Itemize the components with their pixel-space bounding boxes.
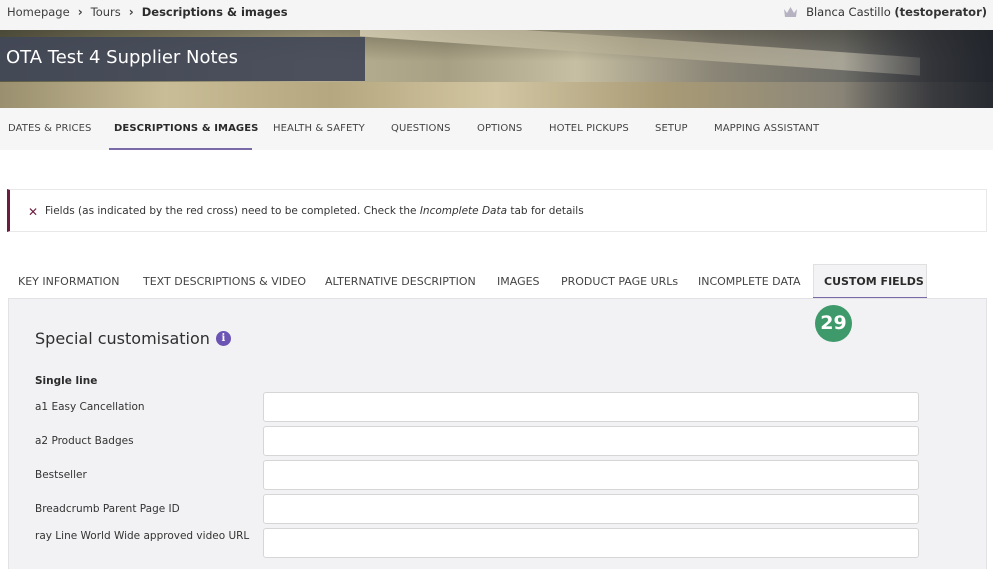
tab-incomplete-data[interactable]: INCOMPLETE DATA bbox=[698, 275, 801, 288]
field-label: a2 Product Badges bbox=[35, 435, 134, 447]
tab-key-information[interactable]: KEY INFORMATION bbox=[18, 275, 120, 288]
user-menu[interactable]: Blanca Castillo (testoperator) bbox=[783, 5, 987, 19]
breadcrumb-tours-link[interactable]: Tours bbox=[91, 5, 121, 19]
bestseller-input[interactable] bbox=[263, 460, 919, 490]
tab-custom-fields[interactable]: CUSTOM FIELDS bbox=[824, 275, 924, 288]
product-title-box: OTA Test 4 Supplier Notes bbox=[0, 37, 365, 81]
incomplete-fields-alert: ✕ Fields (as indicated by the red cross)… bbox=[7, 189, 987, 232]
tab-alternative-description[interactable]: ALTERNATIVE DESCRIPTION bbox=[325, 275, 476, 288]
breadcrumb-home-link[interactable]: Homepage bbox=[7, 5, 70, 19]
section-title: Special customisation bbox=[35, 329, 210, 348]
a2-product-badges-input[interactable] bbox=[263, 426, 919, 456]
main-nav-active-indicator bbox=[109, 148, 252, 150]
alert-text-after: tab for details bbox=[507, 205, 584, 217]
content-tabs: KEY INFORMATION TEXT DESCRIPTIONS & VIDE… bbox=[0, 264, 993, 299]
field-label: ray Line World Wide approved video URL bbox=[35, 530, 250, 542]
hero-wall-decoration bbox=[360, 30, 920, 76]
field-label: Bestseller bbox=[35, 469, 87, 481]
main-nav-mapping-assistant[interactable]: MAPPING ASSISTANT bbox=[714, 108, 819, 150]
group-label-single-line: Single line bbox=[35, 375, 98, 387]
chevron-right-icon: › bbox=[128, 5, 134, 19]
hero-shadow-decoration bbox=[843, 30, 993, 108]
main-nav-descriptions-images[interactable]: DESCRIPTIONS & IMAGES bbox=[114, 108, 258, 150]
main-nav: DATES & PRICES DESCRIPTIONS & IMAGES HEA… bbox=[0, 108, 993, 150]
step-number-badge: 29 bbox=[815, 305, 852, 342]
main-nav-options[interactable]: OPTIONS bbox=[477, 108, 522, 150]
tab-images[interactable]: IMAGES bbox=[497, 275, 540, 288]
info-icon[interactable]: i bbox=[215, 331, 231, 346]
main-nav-health-safety[interactable]: HEALTH & SAFETY bbox=[273, 108, 365, 150]
chevron-right-icon: › bbox=[77, 5, 83, 19]
main-nav-dates-prices[interactable]: DATES & PRICES bbox=[8, 108, 92, 150]
main-nav-hotel-pickups[interactable]: HOTEL PICKUPS bbox=[549, 108, 629, 150]
alert-message: Fields (as indicated by the red cross) n… bbox=[45, 205, 584, 217]
red-cross-icon: ✕ bbox=[28, 205, 39, 219]
top-bar: Homepage › Tours › Descriptions & images… bbox=[0, 0, 993, 30]
alert-text-before: Fields (as indicated by the red cross) n… bbox=[45, 205, 420, 217]
main-nav-questions[interactable]: QUESTIONS bbox=[391, 108, 451, 150]
user-name: Blanca Castillo bbox=[806, 5, 891, 19]
crown-icon bbox=[784, 7, 798, 17]
breadcrumb-parent-page-id-input[interactable] bbox=[263, 494, 919, 524]
breadcrumb-current: Descriptions & images bbox=[141, 5, 288, 19]
breadcrumb: Homepage › Tours › Descriptions & images bbox=[7, 5, 288, 19]
product-title: OTA Test 4 Supplier Notes bbox=[6, 47, 239, 68]
tab-text-descriptions-video[interactable]: TEXT DESCRIPTIONS & VIDEO bbox=[143, 275, 306, 288]
section-heading: Special customisation i bbox=[35, 329, 231, 348]
user-login: (testoperator) bbox=[894, 5, 987, 19]
approved-video-url-input[interactable] bbox=[263, 528, 919, 558]
tab-product-page-urls[interactable]: PRODUCT PAGE URLs bbox=[561, 275, 678, 288]
field-label: a1 Easy Cancellation bbox=[35, 401, 145, 413]
alert-text-italic: Incomplete Data bbox=[419, 205, 508, 217]
main-nav-setup[interactable]: SETUP bbox=[655, 108, 688, 150]
field-label: Breadcrumb Parent Page ID bbox=[35, 503, 180, 515]
a1-easy-cancellation-input[interactable] bbox=[263, 392, 919, 422]
